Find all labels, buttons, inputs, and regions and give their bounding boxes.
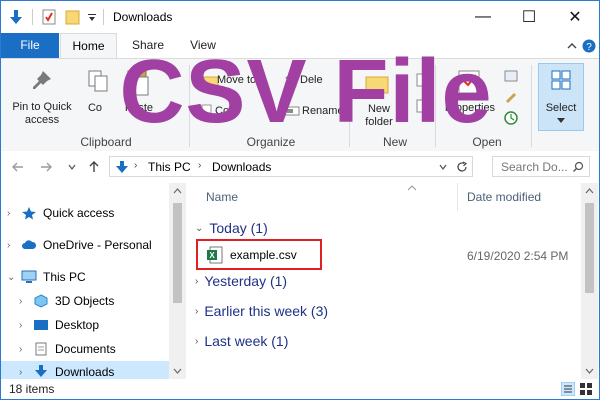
address-bar[interactable]: › This PC › Downloads	[109, 156, 473, 177]
select-grid-icon	[551, 70, 571, 90]
quick-access-toolbar	[8, 7, 104, 27]
select-dropdown-icon	[557, 118, 565, 123]
properties-checkmark-icon[interactable]	[41, 9, 57, 25]
navigation-bar: › This PC › Downloads Search Do...	[1, 151, 599, 183]
scroll-up-icon[interactable]	[169, 185, 186, 197]
document-icon	[35, 342, 47, 356]
search-icon	[573, 161, 584, 172]
group-expand-chevron-icon[interactable]: ›	[195, 336, 198, 347]
address-separator-icon[interactable]: ›	[134, 160, 137, 171]
overlay-title: CSV File	[119, 42, 493, 142]
collapse-chevron-icon[interactable]: ⌄	[7, 272, 21, 283]
scroll-up-icon[interactable]	[581, 185, 598, 197]
large-icons-view-icon[interactable]	[579, 382, 593, 396]
nav-item-desktop[interactable]: › Desktop	[1, 314, 169, 336]
computer-icon	[21, 270, 37, 283]
column-header-date-modified[interactable]: Date modified	[467, 190, 541, 204]
back-arrow-blue-icon[interactable]	[8, 9, 24, 25]
svg-text:?: ?	[586, 42, 592, 53]
refresh-icon[interactable]	[456, 161, 468, 173]
excel-csv-icon: X	[207, 246, 223, 264]
breadcrumb-downloads[interactable]: Downloads	[212, 160, 271, 174]
nav-item-label: Desktop	[55, 318, 100, 332]
file-name: example.csv	[230, 248, 297, 262]
content-scroll-thumb[interactable]	[585, 203, 594, 293]
nav-item-label: Quick access	[43, 206, 115, 220]
address-separator-icon[interactable]: ›	[198, 160, 201, 171]
nav-item-onedrive[interactable]: › OneDrive - Personal	[1, 234, 169, 256]
nav-item-3d-objects[interactable]: › 3D Objects	[1, 290, 169, 312]
download-icon	[35, 365, 47, 377]
svg-text:X: X	[209, 251, 215, 260]
close-button[interactable]: ✕	[552, 1, 598, 33]
sort-indicator-icon	[407, 185, 417, 191]
nav-pane-scrollbar[interactable]	[169, 183, 186, 379]
ribbon-collapse-chevron-icon[interactable]	[566, 40, 578, 52]
group-header-last-week[interactable]: › Last week (1)	[195, 333, 288, 349]
forward-icon[interactable]	[39, 160, 53, 174]
new-folder-qat-icon[interactable]	[65, 9, 81, 25]
nav-item-label: Downloads	[55, 365, 115, 379]
address-dropdown-icon[interactable]	[438, 162, 448, 172]
file-row-example-csv[interactable]: X example.csv	[196, 239, 322, 270]
window-title: Downloads	[113, 10, 173, 24]
cloud-icon	[22, 240, 37, 249]
expand-chevron-icon[interactable]: ›	[19, 320, 33, 331]
expand-chevron-icon[interactable]: ›	[19, 344, 33, 355]
file-list: Name Date modified ⌄ Today (1) X example…	[187, 183, 581, 379]
select-label: Select	[545, 102, 577, 114]
column-header-name[interactable]: Name	[206, 190, 238, 204]
file-explorer-window: Downloads — ☐ ✕ File Home Share View ? P…	[0, 0, 600, 400]
nav-item-label: OneDrive - Personal	[43, 238, 152, 252]
nav-item-quick-access[interactable]: › Quick access	[1, 202, 169, 224]
group-label: Yesterday (1)	[204, 273, 288, 289]
nav-item-label: This PC	[43, 270, 86, 284]
nav-item-label: 3D Objects	[55, 294, 115, 308]
group-label: Earlier this week (3)	[204, 303, 329, 319]
maximize-button[interactable]: ☐	[506, 1, 552, 33]
back-icon[interactable]	[11, 160, 25, 174]
column-separator[interactable]	[457, 183, 458, 211]
group-header-yesterday[interactable]: › Yesterday (1)	[195, 273, 287, 289]
status-bar: 18 items	[1, 379, 599, 399]
expand-chevron-icon[interactable]: ›	[19, 367, 33, 378]
group-label: Last week (1)	[204, 333, 289, 349]
group-header-today[interactable]: ⌄ Today (1)	[195, 220, 268, 236]
customize-qat-icon[interactable]	[87, 10, 97, 24]
scroll-down-icon[interactable]	[169, 365, 186, 377]
item-count: 18 items	[9, 382, 55, 396]
nav-item-documents[interactable]: › Documents	[1, 338, 169, 360]
desktop-icon	[34, 320, 48, 330]
details-view-icon[interactable]	[561, 382, 575, 396]
expand-chevron-icon[interactable]: ›	[7, 240, 21, 251]
group-expand-chevron-icon[interactable]: ›	[195, 276, 198, 287]
group-collapse-chevron-icon[interactable]: ⌄	[195, 223, 203, 234]
cube-icon	[34, 294, 48, 308]
tab-file[interactable]: File	[1, 33, 59, 58]
scroll-down-icon[interactable]	[581, 365, 598, 377]
up-icon[interactable]	[87, 160, 101, 174]
select-button[interactable]: Select	[538, 63, 584, 131]
star-icon	[22, 207, 36, 220]
help-icon[interactable]: ?	[582, 39, 596, 53]
ribbon-separator	[531, 65, 532, 147]
content-scrollbar[interactable]	[581, 183, 598, 379]
group-label: Today (1)	[209, 220, 268, 236]
navigation-pane: › Quick access › OneDrive - Personal ⌄ T…	[1, 183, 186, 383]
file-date-modified: 6/19/2020 2:54 PM	[467, 249, 569, 263]
nav-item-this-pc[interactable]: ⌄ This PC	[1, 266, 169, 288]
title-bar: Downloads — ☐ ✕	[1, 1, 599, 33]
nav-scroll-thumb[interactable]	[173, 203, 182, 303]
pin-to-quick-access-button[interactable]: Pin to Quick access	[5, 101, 79, 127]
recent-locations-chevron-icon[interactable]	[67, 162, 77, 172]
expand-chevron-icon[interactable]: ›	[7, 208, 21, 219]
group-header-earlier-this-week[interactable]: › Earlier this week (3)	[195, 303, 328, 319]
downloads-location-icon	[116, 161, 128, 173]
breadcrumb-this-pc[interactable]: This PC	[148, 160, 191, 174]
expand-chevron-icon[interactable]: ›	[19, 296, 33, 307]
pin-icon	[33, 71, 51, 89]
group-expand-chevron-icon[interactable]: ›	[195, 306, 198, 317]
nav-item-label: Documents	[55, 342, 116, 356]
minimize-button[interactable]: —	[460, 1, 506, 33]
